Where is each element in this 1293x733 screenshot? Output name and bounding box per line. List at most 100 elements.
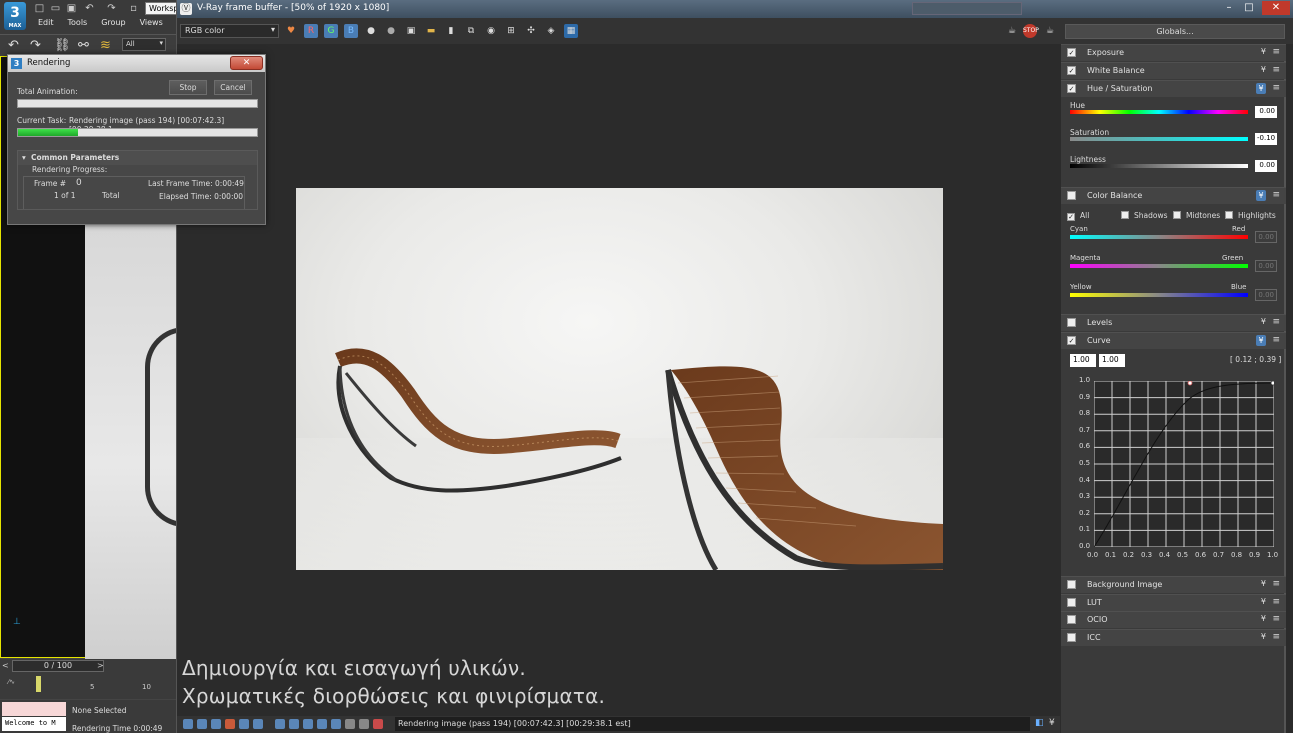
menu-views[interactable]: Views <box>140 18 163 31</box>
teapot-icon[interactable]: ☕ <box>1005 24 1019 38</box>
redo-toolbar-icon[interactable]: ↷ <box>28 38 43 53</box>
chevron-up-icon[interactable]: ¥ <box>1256 83 1266 94</box>
chevron-up-icon[interactable]: ¥ <box>1256 190 1266 201</box>
panel-toggle-icon[interactable]: ◧ <box>1035 718 1044 728</box>
close-icon[interactable]: ✕ <box>1262 1 1290 15</box>
curve-control-point[interactable] <box>1187 380 1193 386</box>
workspace-dropdown[interactable]: Worksp <box>145 2 180 15</box>
render-channel-dropdown[interactable]: RGB color <box>180 24 279 38</box>
status-tool-icon[interactable] <box>317 719 327 729</box>
red-channel-button[interactable]: R <box>304 24 318 38</box>
new-file-icon[interactable]: □ <box>34 3 45 14</box>
curve-end-point[interactable] <box>1270 380 1276 386</box>
cyan-red-slider[interactable] <box>1070 235 1248 239</box>
section-curve[interactable]: ✓ Curve ¥ ≡ <box>1061 332 1286 349</box>
magenta-green-value-field[interactable]: 0.00 <box>1255 260 1277 272</box>
max-app-button[interactable]: 3 MAX <box>4 2 26 30</box>
hue-saturation-checkbox[interactable]: ✓ <box>1067 84 1076 93</box>
lightness-value-field[interactable]: 0.00 <box>1255 160 1277 172</box>
hue-value-field[interactable]: 0.00 <box>1255 106 1277 118</box>
menu-icon[interactable]: ≡ <box>1272 597 1280 607</box>
search-box[interactable] <box>912 2 1022 15</box>
teapot-render-icon[interactable]: ☕ <box>1043 24 1057 38</box>
time-prev-icon[interactable]: < <box>2 661 9 670</box>
curve-output-field[interactable]: 1.00 <box>1099 354 1125 367</box>
menu-icon[interactable]: ≡ <box>1272 614 1280 624</box>
save-file-icon[interactable]: ▣ <box>66 3 77 14</box>
color-channels-icon[interactable]: ♥ <box>284 24 298 38</box>
cyan-red-value-field[interactable]: 0.00 <box>1255 231 1277 243</box>
minimize-icon[interactable]: – <box>1220 1 1238 15</box>
menu-icon[interactable]: ≡ <box>1272 65 1280 75</box>
option-all[interactable]: ✓ All <box>1067 211 1089 221</box>
render-last-icon[interactable]: ✣ <box>524 24 538 38</box>
show-corrections-icon[interactable]: ▦ <box>564 24 578 38</box>
chevron-up-icon[interactable]: ¥ <box>1256 335 1266 346</box>
menu-icon[interactable]: ≡ <box>1272 47 1280 57</box>
curve-editor-toggle-icon[interactable]: ⁄∿ <box>8 678 15 686</box>
status-tool-icon[interactable] <box>211 719 221 729</box>
status-tool-icon[interactable] <box>345 719 355 729</box>
menu-icon[interactable]: ≡ <box>1272 335 1280 345</box>
section-hue-saturation[interactable]: ✓ Hue / Saturation ¥ ≡ <box>1061 80 1286 97</box>
vfb-titlebar[interactable]: Ⓥ V-Ray frame buffer - [50% of 1920 x 10… <box>177 0 1293 18</box>
duplicate-to-max-fb-icon[interactable]: ⧉ <box>464 24 478 38</box>
section-color-balance[interactable]: Color Balance ¥ ≡ <box>1061 187 1286 204</box>
menu-icon[interactable]: ≡ <box>1272 317 1280 327</box>
levels-checkbox[interactable] <box>1067 318 1076 327</box>
undo-toolbar-icon[interactable]: ↶ <box>6 38 21 53</box>
saturation-slider[interactable] <box>1070 137 1248 141</box>
status-tool-icon[interactable] <box>331 719 341 729</box>
chevron-down-icon[interactable]: ¥ <box>1049 718 1055 728</box>
status-tool-icon[interactable] <box>359 719 369 729</box>
section-white-balance[interactable]: ✓ White Balance ¥ ≡ <box>1061 62 1286 79</box>
stop-button[interactable]: Stop <box>169 80 207 95</box>
chevron-down-icon[interactable]: ¥ <box>1261 65 1266 74</box>
time-next-icon[interactable]: > <box>97 661 104 670</box>
menu-icon[interactable]: ≡ <box>1272 83 1280 93</box>
chevron-down-icon[interactable]: ¥ <box>1261 614 1266 623</box>
region-render-icon[interactable]: ⊞ <box>504 24 518 38</box>
cancel-button[interactable]: Cancel <box>214 80 252 95</box>
section-background-image[interactable]: Background Image ¥ ≡ <box>1061 576 1286 593</box>
status-tool-icon[interactable] <box>225 719 235 729</box>
render-icon[interactable]: ◈ <box>544 24 558 38</box>
status-tool-icon[interactable] <box>183 719 193 729</box>
section-exposure[interactable]: ✓ Exposure ¥ ≡ <box>1061 44 1286 61</box>
saturation-value-field[interactable]: -0.10 <box>1255 133 1277 145</box>
maxscript-mini-listener[interactable] <box>2 702 66 716</box>
link-icon[interactable]: ⛓ <box>54 38 71 53</box>
bind-space-warp-icon[interactable]: ≋ <box>98 38 113 53</box>
yellow-blue-slider[interactable] <box>1070 293 1248 297</box>
section-icc[interactable]: ICC ¥ ≡ <box>1061 629 1286 646</box>
project-folder-icon[interactable]: ▫ <box>128 3 139 14</box>
curve-checkbox[interactable]: ✓ <box>1067 336 1076 345</box>
curve-graph[interactable] <box>1093 380 1276 548</box>
unlink-icon[interactable]: ⚯ <box>76 38 91 53</box>
hue-slider[interactable] <box>1070 110 1248 114</box>
color-balance-checkbox[interactable] <box>1067 191 1076 200</box>
white-balance-checkbox[interactable]: ✓ <box>1067 66 1076 75</box>
option-shadows[interactable]: Shadows <box>1121 211 1168 220</box>
shadows-checkbox[interactable] <box>1121 211 1129 219</box>
section-lut[interactable]: LUT ¥ ≡ <box>1061 594 1286 611</box>
status-tool-icon[interactable] <box>239 719 249 729</box>
selection-filter-dropdown[interactable]: All <box>122 38 166 51</box>
save-image-icon[interactable]: ▣ <box>404 24 418 38</box>
trackbar[interactable]: ⁄∿ 5 10 <box>0 673 180 699</box>
section-levels[interactable]: Levels ¥ ≡ <box>1061 314 1286 331</box>
section-ocio[interactable]: OCIO ¥ ≡ <box>1061 611 1286 628</box>
blue-channel-button[interactable]: B <box>344 24 358 38</box>
clear-image-icon[interactable]: ▮ <box>444 24 458 38</box>
menu-icon[interactable]: ≡ <box>1272 632 1280 642</box>
option-midtones[interactable]: Midtones <box>1173 211 1220 220</box>
menu-icon[interactable]: ≡ <box>1272 579 1280 589</box>
lightness-slider[interactable] <box>1070 164 1248 168</box>
open-file-icon[interactable]: ▭ <box>50 3 61 14</box>
status-tool-icon[interactable] <box>303 719 313 729</box>
exposure-checkbox[interactable]: ✓ <box>1067 48 1076 57</box>
time-marker[interactable] <box>36 676 41 692</box>
globals-button[interactable]: Globals... <box>1065 24 1285 39</box>
menu-icon[interactable]: ≡ <box>1272 190 1280 200</box>
load-image-icon[interactable]: ▬ <box>424 24 438 38</box>
